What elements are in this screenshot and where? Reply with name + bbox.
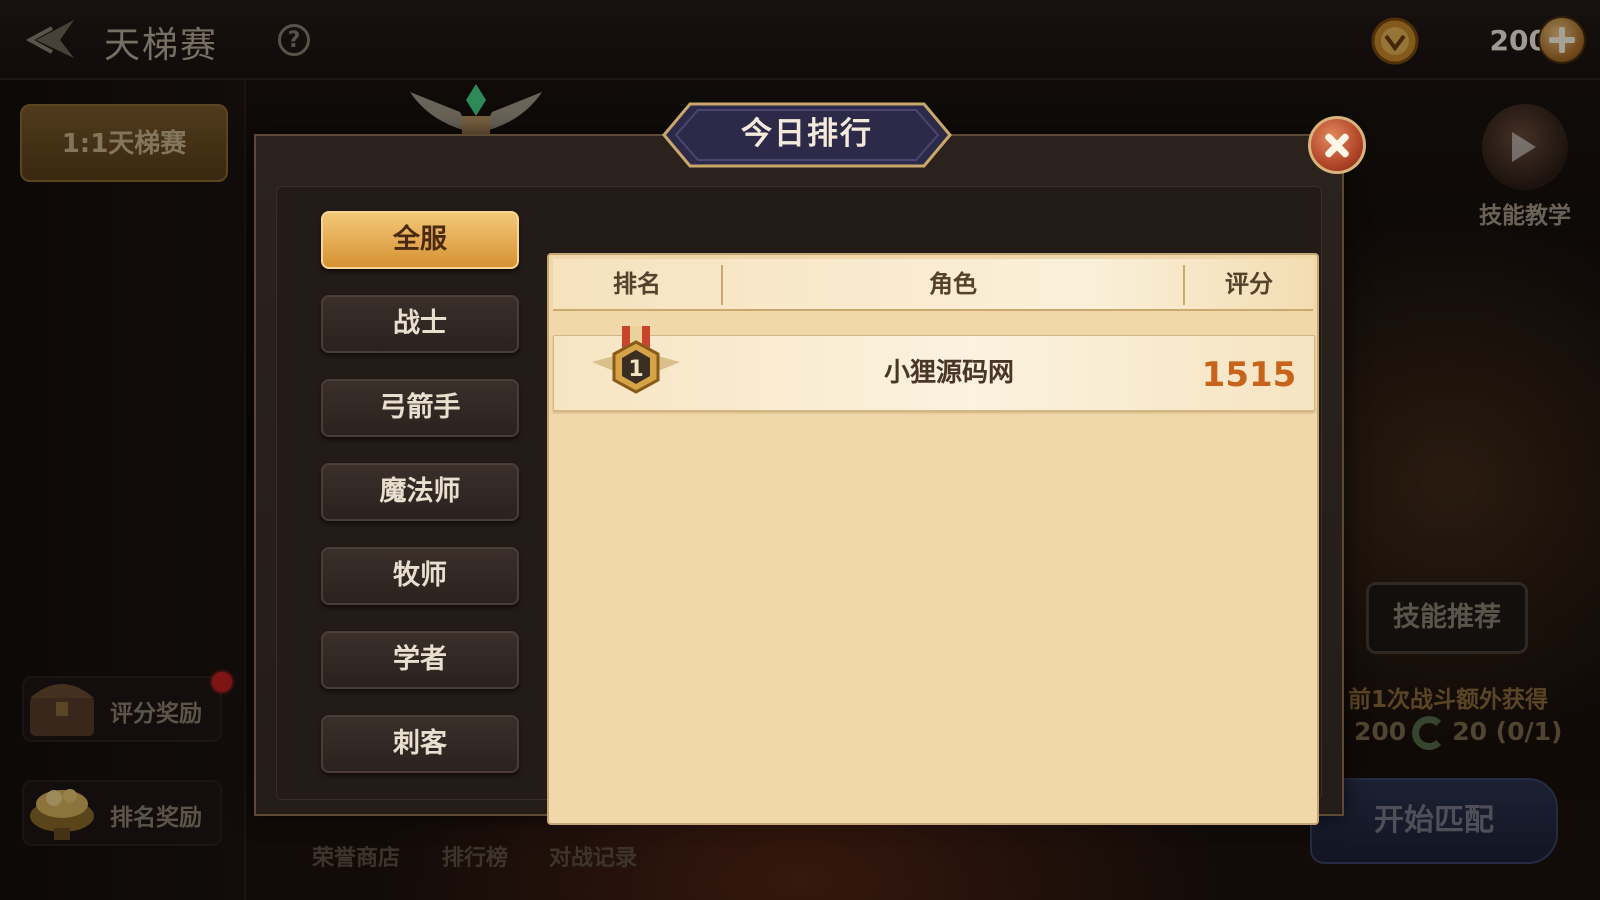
daily-ranking-modal: 今日排行 全服 战士 弓箭手 魔法师 牧师 学者 刺客 排名 角色 评分 1 小… [254,102,1366,825]
modal-title: 今日排行 [741,116,873,152]
player-score: 1515 [1201,355,1297,395]
player-name: 小狸源码网 [883,358,1014,388]
ranking-table: 排名 角色 评分 1 小狸源码网 1515 [547,253,1319,825]
category-scholar[interactable]: 学者 [321,631,519,689]
rank-1-medal-icon: 1 [592,326,680,394]
table-row[interactable]: 1 小狸源码网 1515 [553,326,1315,411]
category-mage[interactable]: 魔法师 [321,463,519,521]
category-assassin[interactable]: 刺客 [321,715,519,773]
rank-number: 1 [628,357,643,382]
category-warrior[interactable]: 战士 [321,295,519,353]
column-character: 角色 [929,270,977,298]
column-rank: 排名 [613,270,661,298]
rank-emblem-icon [410,84,542,138]
category-priest[interactable]: 牧师 [321,547,519,605]
category-archer[interactable]: 弓箭手 [321,379,519,437]
table-header: 排名 角色 评分 [553,259,1313,311]
category-all-server[interactable]: 全服 [321,211,519,269]
modal-content: 全服 战士 弓箭手 魔法师 牧师 学者 刺客 排名 角色 评分 1 小狸源码网 … [276,186,1322,825]
close-button[interactable] [1308,116,1366,174]
column-score: 评分 [1225,270,1273,298]
